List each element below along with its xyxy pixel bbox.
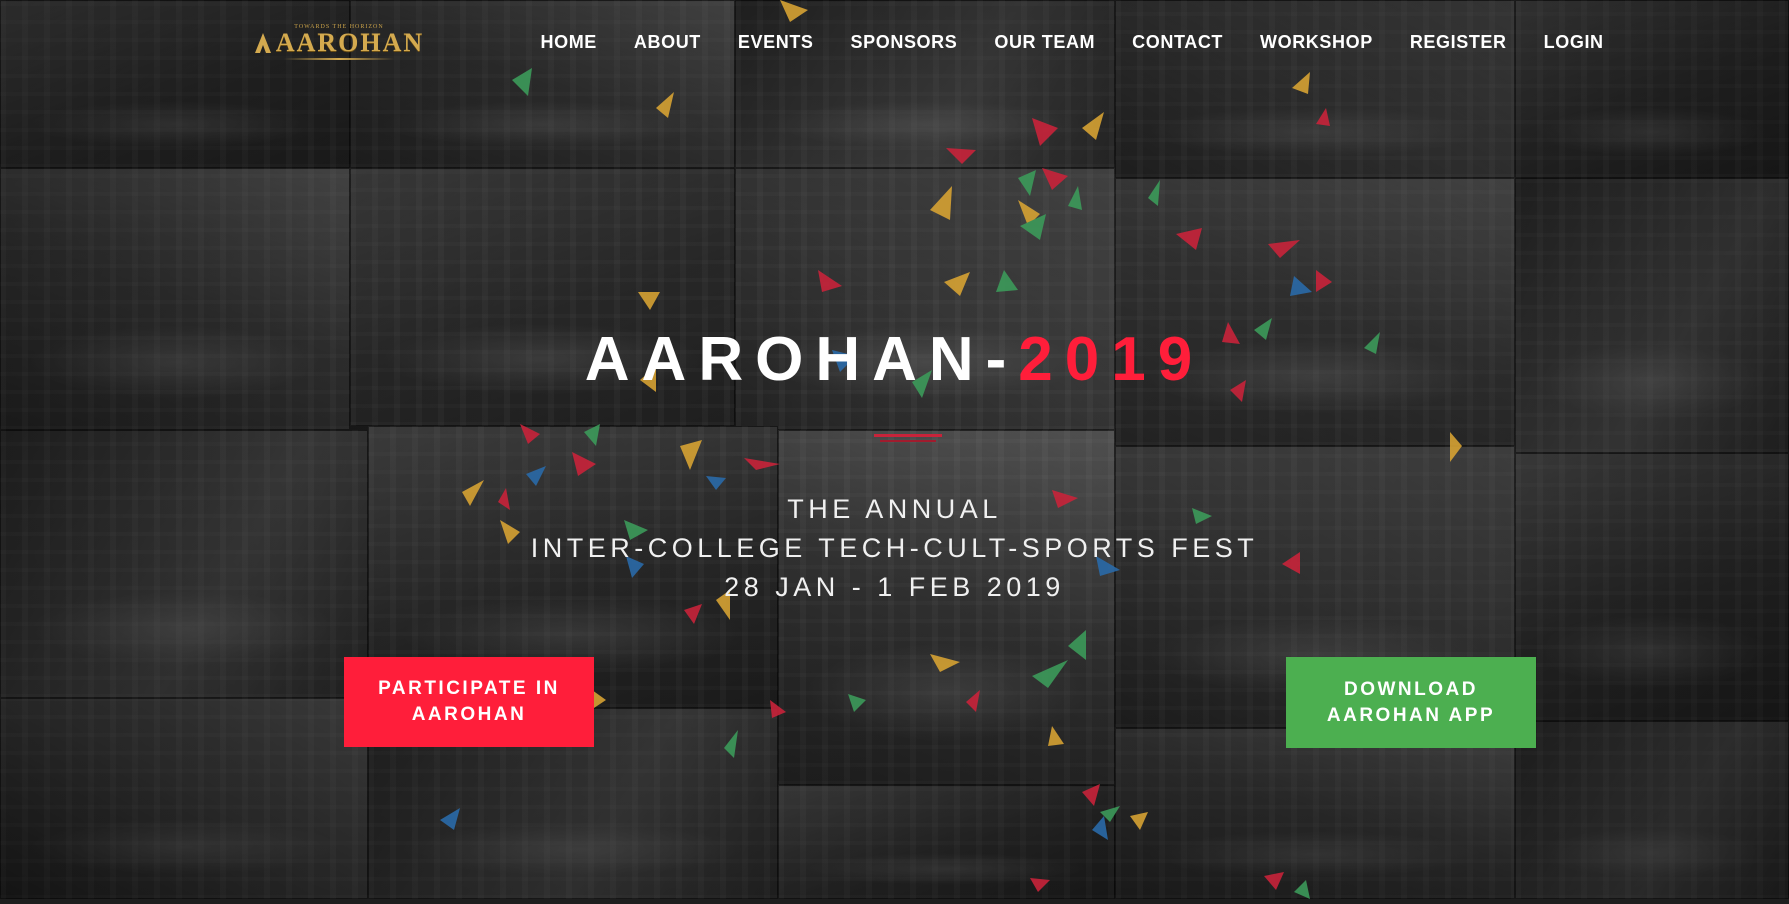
nav-workshop[interactable]: WORKSHOP — [1242, 28, 1392, 57]
hero-subtitle-line2: INTER-COLLEGE TECH-CULT-SPORTS FEST — [530, 533, 1259, 563]
participate-button-label: PARTICIPATE IN AAROHAN — [378, 678, 560, 725]
hero-dates: 28 JAN - 1 FEB 2019 — [724, 572, 1065, 602]
confetti-decoration — [0, 0, 1789, 899]
hero-title: AAROHAN-2019 — [0, 322, 1789, 398]
nav-register[interactable]: REGISTER — [1391, 28, 1525, 57]
hero-title-main: AAROHAN- — [584, 325, 1019, 394]
hero-title-year: 2019 — [1018, 325, 1205, 394]
hero-subtitle-line1: THE ANNUAL — [787, 494, 1002, 524]
title-divider — [874, 434, 942, 442]
main-nav: HOME ABOUT EVENTS SPONSORS OUR TEAM CONT… — [522, 28, 1789, 57]
logo-underline — [284, 58, 394, 60]
nav-contact[interactable]: CONTACT — [1114, 28, 1242, 57]
logo-text: AAROHAN — [275, 28, 425, 57]
logo-emblem-icon — [254, 33, 271, 53]
nav-about[interactable]: ABOUT — [615, 28, 719, 57]
nav-our-team[interactable]: OUR TEAM — [976, 28, 1114, 57]
nav-login[interactable]: LOGIN — [1525, 28, 1622, 57]
download-app-button[interactable]: DOWNLOAD AAROHAN APP — [1286, 657, 1536, 748]
nav-events[interactable]: EVENTS — [719, 28, 832, 57]
nav-sponsors[interactable]: SPONSORS — [832, 28, 976, 57]
participate-button[interactable]: PARTICIPATE IN AAROHAN — [344, 657, 594, 747]
nav-home[interactable]: HOME — [522, 28, 615, 57]
download-app-button-label: DOWNLOAD AAROHAN APP — [1326, 678, 1496, 726]
site-logo[interactable]: TOWARDS THE HORIZON AAROHAN — [254, 22, 422, 62]
